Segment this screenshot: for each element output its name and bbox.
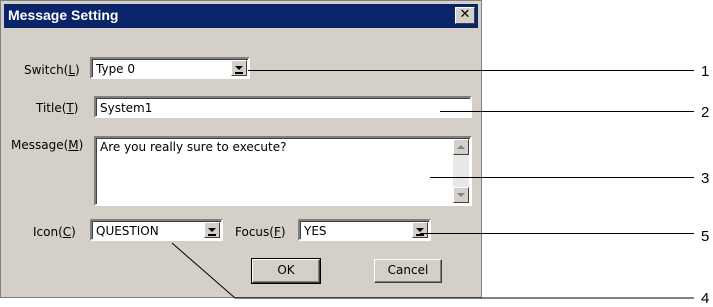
callout-number-2: 2 xyxy=(701,104,710,121)
callout-number-4: 4 xyxy=(701,290,710,307)
callout-number-1: 1 xyxy=(701,63,710,80)
callout-line-4 xyxy=(171,242,694,299)
callout-number-5: 5 xyxy=(701,228,710,245)
callout-number-3: 3 xyxy=(701,170,710,187)
